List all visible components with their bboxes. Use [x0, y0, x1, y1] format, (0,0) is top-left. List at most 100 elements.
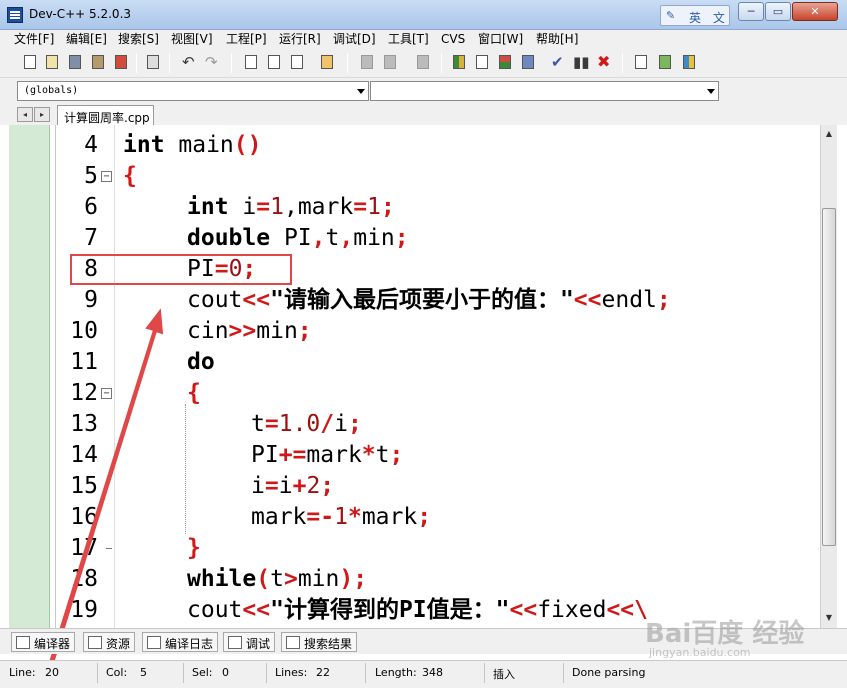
rebuild-all-icon[interactable] — [519, 53, 537, 71]
menu-help[interactable]: 帮助[H] — [536, 32, 578, 47]
annotation-highlight-box — [70, 254, 292, 285]
save-all-icon[interactable] — [89, 53, 107, 71]
undo-icon[interactable]: ↶ — [180, 53, 198, 71]
tab-scroll-right[interactable]: ▸ — [34, 107, 50, 122]
tab-compiler[interactable]: 编译器 — [11, 632, 76, 652]
status-separator — [266, 663, 267, 683]
tab-compile-log[interactable]: 编译日志 — [142, 632, 219, 652]
minimize-button[interactable]: ─ — [738, 2, 764, 21]
profile-icon[interactable]: ▮▮ — [572, 53, 590, 71]
menu-cvs[interactable]: CVS — [441, 32, 465, 47]
replace-icon[interactable] — [265, 53, 283, 71]
line-number: 13 — [70, 411, 98, 437]
insert-icon[interactable] — [632, 53, 650, 71]
fold-toggle-icon[interactable]: − — [101, 388, 112, 399]
redo-icon[interactable]: ↷ — [203, 53, 221, 71]
code-editor[interactable]: 4 int main() 5 − { 6 int i=1,mark=1; 7 d… — [55, 125, 820, 628]
scroll-up-icon[interactable]: ▲ — [821, 125, 837, 142]
stop-icon[interactable]: ✖ — [595, 52, 613, 71]
scope-select-value: (globals) — [24, 85, 79, 96]
tab-label: 编译器 — [34, 637, 71, 651]
tab-scroll-left[interactable]: ◂ — [17, 107, 33, 122]
menu-window[interactable]: 窗口[W] — [478, 32, 523, 47]
status-message: Done parsing — [572, 666, 646, 679]
code-line: 13 t=1.0/i; — [56, 409, 820, 440]
menu-bar: 文件[F] 编辑[E] 搜索[S] 视图[V] 工程[P] 运行[R] 调试[D… — [0, 30, 847, 49]
scope-select[interactable]: (globals) — [17, 81, 369, 101]
status-separator — [97, 663, 98, 683]
scroll-down-icon[interactable]: ▼ — [821, 609, 837, 626]
goto-bookmark-icon[interactable] — [680, 53, 698, 71]
menu-search[interactable]: 搜索[S] — [118, 32, 159, 47]
line-number: 15 — [70, 473, 98, 499]
code-text: while(t>min); — [187, 566, 368, 592]
menu-view[interactable]: 视图[V] — [171, 32, 213, 47]
project-options-icon[interactable] — [414, 53, 432, 71]
toolbar-separator — [136, 53, 137, 73]
status-separator — [183, 663, 184, 683]
find-icon[interactable] — [242, 53, 260, 71]
compile-icon[interactable] — [450, 53, 468, 71]
toolbar-separator — [169, 53, 170, 73]
toolbar-separator — [347, 53, 348, 73]
chevron-down-icon — [707, 89, 715, 94]
new-file-icon[interactable] — [21, 53, 39, 71]
code-line: 4 int main() — [56, 130, 820, 161]
close-button[interactable]: ✕ — [792, 2, 838, 21]
code-text: cout<<"计算得到的PI值是："<<fixed<<\ — [187, 597, 648, 623]
status-lines-label: Lines: — [275, 666, 308, 679]
close-file-icon[interactable] — [112, 53, 130, 71]
fold-end-marker — [106, 548, 112, 549]
tab-active-file[interactable]: 计算圆周率.cpp — [57, 105, 154, 125]
compile-run-icon[interactable] — [496, 53, 514, 71]
vertical-scrollbar[interactable]: ▲ ▼ — [820, 125, 837, 628]
search-icon — [286, 636, 300, 649]
maximize-button[interactable]: ▭ — [765, 2, 791, 21]
menu-file[interactable]: 文件[F] — [14, 32, 54, 47]
goto-line-icon[interactable] — [318, 53, 336, 71]
menu-debug[interactable]: 调试[D] — [333, 32, 376, 47]
code-text: int main() — [123, 132, 262, 158]
scroll-thumb[interactable] — [822, 208, 836, 546]
toggle-bookmark-icon[interactable] — [656, 53, 674, 71]
code-text: mark=-1*mark; — [251, 504, 432, 530]
member-select[interactable] — [370, 81, 719, 101]
status-length-value: 348 — [422, 666, 443, 679]
status-separator — [563, 663, 564, 683]
project-panel[interactable] — [9, 125, 50, 628]
resource-icon — [88, 636, 102, 649]
open-file-icon[interactable] — [43, 53, 61, 71]
find-next-icon[interactable] — [288, 53, 306, 71]
save-icon[interactable] — [66, 53, 84, 71]
watermark-url: jingyan.baidu.com — [649, 646, 751, 659]
toolbar: ↶ ↷ ✔ ▮▮ ✖ — [0, 49, 847, 78]
grid-icon — [16, 636, 30, 649]
tab-label: 编译日志 — [165, 637, 214, 651]
tab-debug[interactable]: 调试 — [223, 632, 276, 652]
baidu-watermark: Bai百度 经验 jingyan.baidu.com — [645, 613, 805, 663]
check-icon — [228, 636, 242, 649]
syntax-check-icon[interactable]: ✔ — [549, 53, 567, 71]
menu-project[interactable]: 工程[P] — [226, 32, 267, 47]
code-text: cin>>min; — [187, 318, 312, 344]
tab-resources[interactable]: 资源 — [83, 632, 136, 652]
fold-toggle-icon[interactable]: − — [101, 171, 112, 182]
code-line: 5 − { — [56, 161, 820, 192]
code-line: 15 i=i+2; — [56, 471, 820, 502]
status-lines-value: 22 — [316, 666, 330, 679]
remove-from-project-icon[interactable] — [381, 53, 399, 71]
menu-run[interactable]: 运行[R] — [279, 32, 321, 47]
menu-tools[interactable]: 工具[T] — [388, 32, 429, 47]
ime-label: 英 文 — [689, 11, 729, 25]
run-icon[interactable] — [473, 53, 491, 71]
code-text: int i=1,mark=1; — [187, 194, 395, 220]
status-line-value: 20 — [45, 666, 59, 679]
menu-edit[interactable]: 编辑[E] — [66, 32, 107, 47]
print-icon[interactable] — [144, 53, 162, 71]
tab-search-results[interactable]: 搜索结果 — [281, 632, 358, 652]
add-to-project-icon[interactable] — [358, 53, 376, 71]
window-title: Dev-C++ 5.2.0.3 — [29, 7, 132, 21]
ime-indicator[interactable]: ✎ 英 文 — [660, 5, 730, 26]
code-line: 6 int i=1,mark=1; — [56, 192, 820, 223]
status-line-label: Line: — [9, 666, 36, 679]
